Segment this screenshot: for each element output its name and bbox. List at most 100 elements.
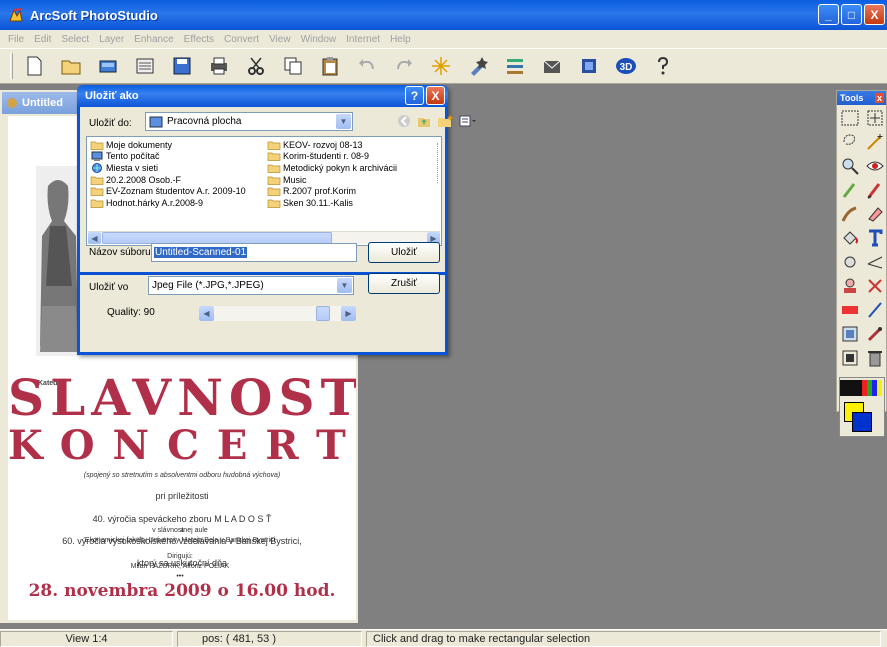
close-button[interactable]: X [864,4,885,25]
tool-smudge[interactable] [838,203,862,225]
scroll-left-icon[interactable]: ◀ [88,232,101,244]
filename-input[interactable]: Untitled-Scanned-01 [151,243,357,262]
help-button[interactable] [650,53,676,79]
chevron-down-icon[interactable]: ▼ [336,114,351,129]
file-list[interactable]: Moje dokumenty Tento počítač Miesta v siet… [86,136,442,246]
view-menu-icon[interactable] [459,114,477,128]
tool-crop[interactable] [838,323,862,345]
wizard-button[interactable] [465,53,491,79]
file-list-item[interactable]: Hodnot.hárky A.r.2008-9 [90,197,246,209]
quality-increase-icon[interactable]: ▶ [341,306,356,321]
folder-icon [267,187,281,197]
new-button[interactable] [21,53,47,79]
menu-edit[interactable]: Edit [34,34,51,45]
file-list-item[interactable]: Miesta v sieti [90,162,246,174]
menu-enhance[interactable]: Enhance [134,34,173,45]
tool-rect-select[interactable] [838,107,862,129]
up-folder-icon[interactable] [417,114,431,128]
redo-button[interactable] [391,53,417,79]
tools-close-button[interactable]: x [874,93,884,103]
tool-red-eye[interactable] [863,155,887,177]
tool-lasso[interactable] [838,131,862,153]
paste-button[interactable] [317,53,343,79]
cancel-button[interactable]: Zrušiť [368,273,440,294]
file-list-item[interactable]: Tento počítač [90,151,246,163]
file-list-item[interactable]: Moje dokumenty [90,139,246,151]
save-dialog-button[interactable]: Uložiť [368,242,440,263]
menu-file[interactable]: File [8,34,24,45]
file-list-item[interactable]: R.2007 prof.Korim [267,185,397,197]
dialog-close-button[interactable]: X [426,86,445,105]
email-button[interactable] [539,53,565,79]
print-preview-button[interactable] [132,53,158,79]
tool-fill[interactable] [838,227,862,249]
scan-button[interactable] [95,53,121,79]
file-list-item[interactable]: EV-Zoznam študentov A.r. 2009-10 [90,185,246,197]
tool-brush[interactable] [863,179,887,201]
dialog-title-bar[interactable]: Uložiť ako ? X [77,85,448,107]
maximize-button[interactable]: □ [841,4,862,25]
quality-slider-thumb[interactable] [315,306,330,321]
menu-layer[interactable]: Layer [99,34,124,45]
tool-scissors[interactable] [863,275,887,297]
save-in-dropdown[interactable]: Pracovná plocha ▼ [145,112,353,131]
new-folder-icon[interactable] [437,114,453,128]
file-list-item[interactable]: Sken 30.11.-Kalis [267,197,397,209]
tool-rect[interactable] [838,299,862,321]
open-button[interactable] [58,53,84,79]
menu-help[interactable]: Help [390,34,411,45]
settings-button[interactable] [502,53,528,79]
undo-button[interactable] [354,53,380,79]
tools-title-bar[interactable]: Tools x [837,91,886,105]
tool-shape[interactable] [838,251,862,273]
cut-button[interactable] [243,53,269,79]
lasso-icon [843,134,855,145]
transform-icon [842,350,858,366]
tool-move[interactable] [863,107,887,129]
menu-window[interactable]: Window [301,34,337,45]
file-list-item[interactable]: 20.2.2008 Osob.-F [90,174,246,186]
tool-text[interactable] [863,227,887,249]
back-icon[interactable] [397,114,411,128]
menu-internet[interactable]: Internet [346,34,380,45]
color-picker[interactable] [839,377,885,437]
menu-select[interactable]: Select [61,34,89,45]
print-button[interactable] [206,53,232,79]
tool-pencil[interactable] [863,299,887,321]
save-as-type-label: Uložiť vo [89,282,129,293]
tool-eraser[interactable] [863,203,887,225]
dialog-help-button[interactable]: ? [405,86,424,105]
chevron-down-icon[interactable]: ▼ [337,278,352,293]
file-list-item[interactable]: Korim-študenti r. 08-9 [267,151,397,163]
toolbar-grip[interactable] [10,53,13,79]
quality-slider[interactable]: ◀ ▶ [199,306,356,321]
menu-view[interactable]: View [269,34,291,45]
copy-button[interactable] [280,53,306,79]
quality-decrease-icon[interactable]: ◀ [199,306,214,321]
tool-trash[interactable] [863,347,887,369]
portrait-photo [36,166,80,356]
magic-button[interactable] [428,53,454,79]
tool-eyedropper[interactable] [863,323,887,345]
folder-icon [267,153,281,162]
tool-line[interactable] [863,251,887,273]
file-list-item[interactable]: KEOV- rozvoj 08-13 [267,139,397,151]
display-button[interactable] [576,53,602,79]
menu-effects[interactable]: Effects [184,34,214,45]
poster-date: 28. novembra 2009 o 16.00 hod. [28,581,336,601]
tool-stamp[interactable] [838,275,862,297]
3d-button[interactable]: 3D [613,53,639,79]
background-color-swatch[interactable] [852,412,872,432]
file-list-item[interactable]: Metodický pokyn k archivácii [267,162,397,174]
file-list-item[interactable]: Music [267,174,397,186]
document-icon [7,98,17,108]
tool-zoom[interactable] [838,155,862,177]
tool-transform[interactable] [838,347,862,369]
tool-magic-wand[interactable] [863,131,887,153]
scan-icon [99,60,117,73]
save-button[interactable] [169,53,195,79]
tool-clone[interactable] [838,179,862,201]
minimize-button[interactable]: _ [818,4,839,25]
menu-convert[interactable]: Convert [224,34,259,45]
save-as-type-dropdown[interactable]: Jpeg File (*.JPG,*.JPEG) ▼ [148,276,354,295]
